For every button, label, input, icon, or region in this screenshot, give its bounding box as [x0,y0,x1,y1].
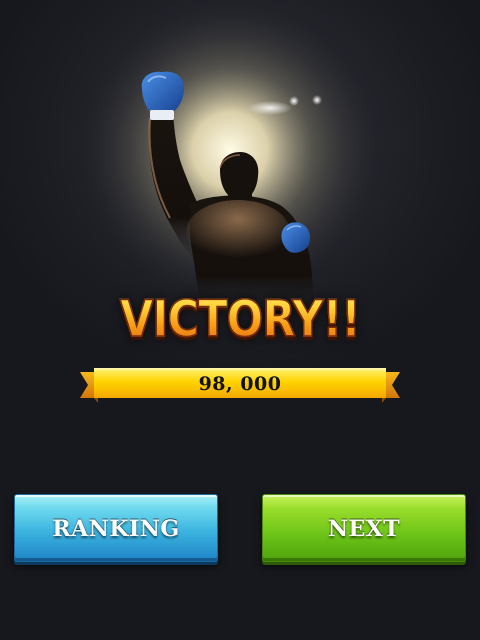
next-button[interactable]: NEXT [262,494,466,562]
victory-screen: VICTORY!! 98, 000 RANKING NEXT [0,0,480,640]
lamp-flare [289,96,299,106]
score-value: 98, 000 [198,373,282,395]
score-ribbon: 98, 000 [80,366,400,404]
lamp-flare [248,101,292,115]
ranking-button-label: RANKING [52,516,180,542]
next-button-label: NEXT [327,516,401,542]
boxer-victory-illustration [45,0,425,310]
ranking-button[interactable]: RANKING [14,494,218,562]
lamp-flare [312,95,322,105]
victory-title: VICTORY!! [34,288,447,350]
